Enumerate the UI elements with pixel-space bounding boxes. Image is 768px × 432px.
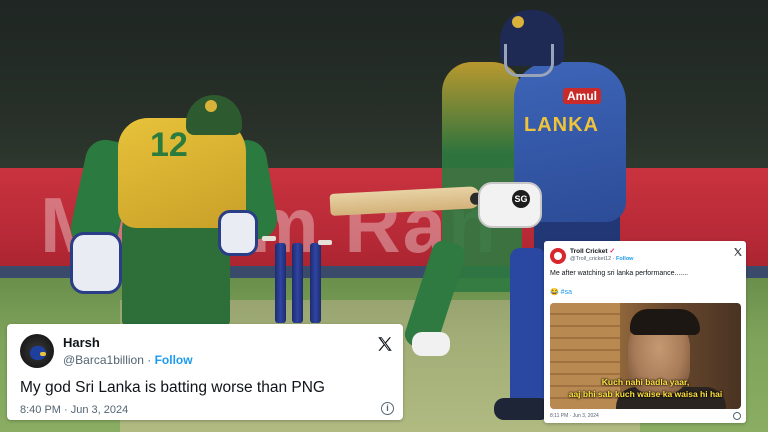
keeper-legs <box>122 215 230 325</box>
user-handle[interactable]: @Barca1billion <box>63 353 144 367</box>
handle-row: @Barca1billion · Follow <box>63 353 193 367</box>
tweet-tags: 😂 #sa <box>550 288 572 296</box>
bat-brand-logo: SG <box>512 190 530 208</box>
tweet-timestamp[interactable]: 8:11 PM · Jun 3, 2024 <box>550 413 599 419</box>
avatar-bird-beak <box>40 352 46 356</box>
avatar[interactable] <box>20 334 54 368</box>
keeper-glove-left <box>70 232 122 294</box>
separator: · <box>147 353 152 367</box>
tweet-text: Me after watching sri lanka performance.… <box>550 270 689 277</box>
fielder-shoe <box>412 332 450 356</box>
avatar[interactable] <box>550 248 566 264</box>
follow-button[interactable]: Follow <box>155 353 193 367</box>
x-logo-icon[interactable] <box>376 335 394 353</box>
stump-left <box>275 243 286 323</box>
helmet-grille <box>504 44 554 77</box>
avatar-logo <box>554 252 562 260</box>
batter-shoe <box>494 398 550 420</box>
meme-image[interactable]: Kuch nahi badla yaar, aaj bhi sab kuch w… <box>550 303 741 409</box>
x-logo-icon[interactable] <box>733 247 743 257</box>
tweet-text: My god Sri Lanka is batting worse than P… <box>20 379 325 396</box>
bail <box>262 236 276 241</box>
tweet-card-troll-cricket[interactable]: Troll Cricket ✓ @Troll_cricket12 · Follo… <box>544 241 746 423</box>
handle-row: @Troll_cricket12 · Follow <box>570 256 633 262</box>
sponsor-badge: Amul <box>563 88 601 104</box>
tweet-card-harsh[interactable]: Harsh @Barca1billion · Follow My god Sri… <box>7 324 403 420</box>
meme-person-hair <box>630 309 700 335</box>
batter-helmet-badge <box>512 16 524 28</box>
separator: · <box>612 256 615 262</box>
stump-right <box>310 243 321 323</box>
keeper-jersey-number: 12 <box>150 126 188 164</box>
batter-jersey-text: LANKA <box>524 114 599 136</box>
display-name-row: Troll Cricket ✓ <box>570 247 615 255</box>
stump-middle <box>292 243 303 323</box>
tweet-timestamp[interactable]: 8:40 PM · Jun 3, 2024 <box>20 404 128 416</box>
batting-gloves <box>478 182 542 228</box>
keeper-helmet-badge <box>205 100 217 112</box>
meme-caption-line-1: Kuch nahi badla yaar, <box>601 377 690 387</box>
verified-badge-icon: ✓ <box>609 248 616 255</box>
display-name[interactable]: Troll Cricket <box>570 248 608 255</box>
info-icon[interactable]: i <box>381 402 394 415</box>
keeper-glove-right <box>218 210 258 256</box>
meme-caption-line-2: aaj bhi sab kuch waise ka waisa hi hai <box>568 389 723 399</box>
user-handle[interactable]: @Troll_cricket12 <box>570 256 611 262</box>
follow-button[interactable]: Follow <box>616 256 633 262</box>
hashtag-link[interactable]: #sa <box>561 289 572 296</box>
bail <box>318 240 332 245</box>
batter-pad <box>510 248 546 408</box>
emoji: 😂 <box>550 289 559 296</box>
info-icon[interactable] <box>733 412 741 420</box>
display-name[interactable]: Harsh <box>63 335 100 350</box>
